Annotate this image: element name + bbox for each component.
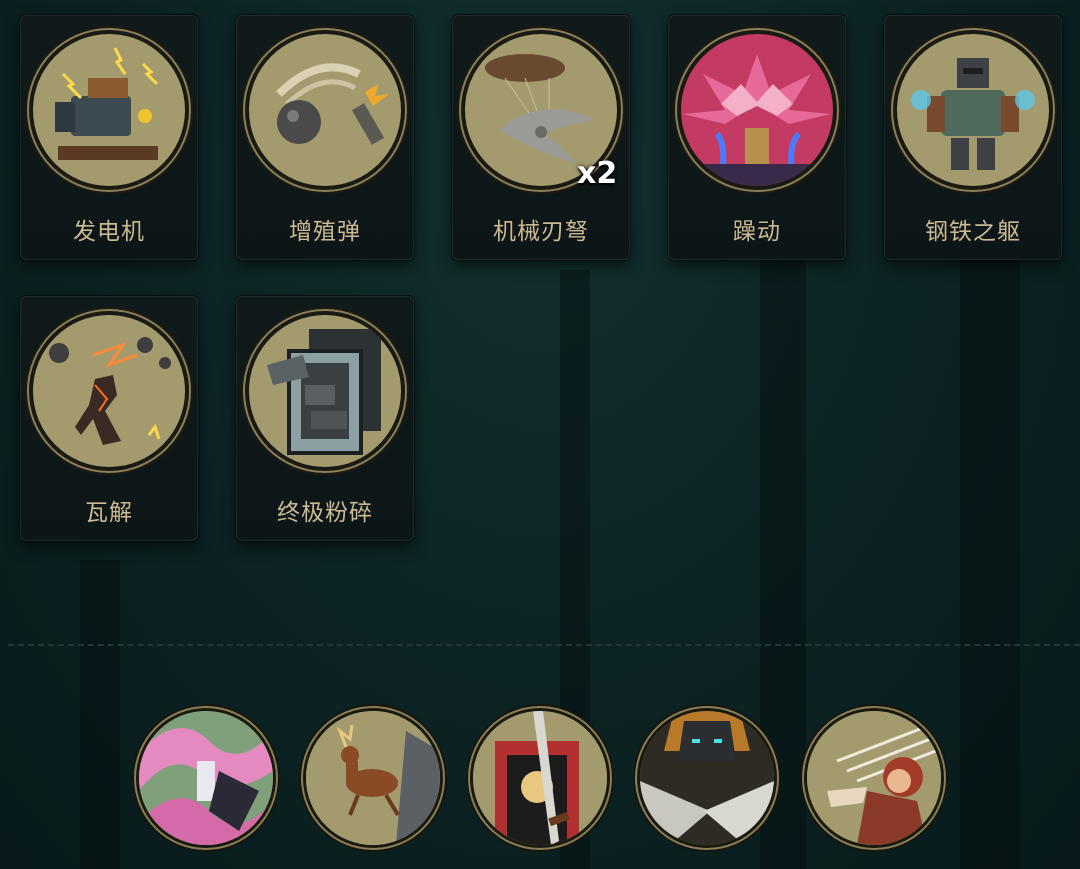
ultimate-crush-icon — [249, 315, 401, 467]
section-divider — [8, 644, 1080, 646]
restless-icon — [681, 34, 833, 186]
skill-card-mechanical-blade-crossbow[interactable]: x2 机械刃弩 — [452, 15, 630, 260]
disintegrate-icon — [33, 315, 185, 467]
sword-banner-portrait-icon[interactable] — [473, 711, 607, 845]
hooded-archer-portrait-icon[interactable] — [807, 711, 941, 845]
skill-card-generator[interactable]: 发电机 — [20, 15, 198, 260]
skill-card-proliferating-bomb[interactable]: 增殖弹 — [236, 15, 414, 260]
iron-body-icon — [897, 34, 1049, 186]
skill-card-disintegrate[interactable]: 瓦解 — [20, 296, 198, 541]
generator-icon — [33, 34, 185, 186]
skill-card-ultimate-crush[interactable]: 终极粉碎 — [236, 296, 414, 541]
skill-card-iron-body[interactable]: 钢铁之躯 — [884, 15, 1062, 260]
card-label: 发电机 — [73, 219, 145, 245]
background-tree-trunk — [80, 560, 120, 869]
card-label: 机械刃弩 — [493, 219, 589, 245]
skill-card-restless[interactable]: 躁动 — [668, 15, 846, 260]
background-tree-trunk — [960, 250, 1020, 869]
card-label: 增殖弹 — [289, 219, 361, 245]
card-label: 躁动 — [733, 219, 781, 245]
proliferating-bomb-icon — [249, 34, 401, 186]
ghost-swirl-portrait-icon[interactable] — [139, 711, 273, 845]
card-label: 瓦解 — [85, 500, 133, 526]
deer-portrait-icon[interactable] — [306, 711, 440, 845]
card-label: 钢铁之躯 — [925, 219, 1021, 245]
stack-count-badge: x2 — [577, 156, 618, 191]
card-label: 终极粉碎 — [277, 500, 373, 526]
armored-warrior-portrait-icon[interactable] — [640, 711, 774, 845]
